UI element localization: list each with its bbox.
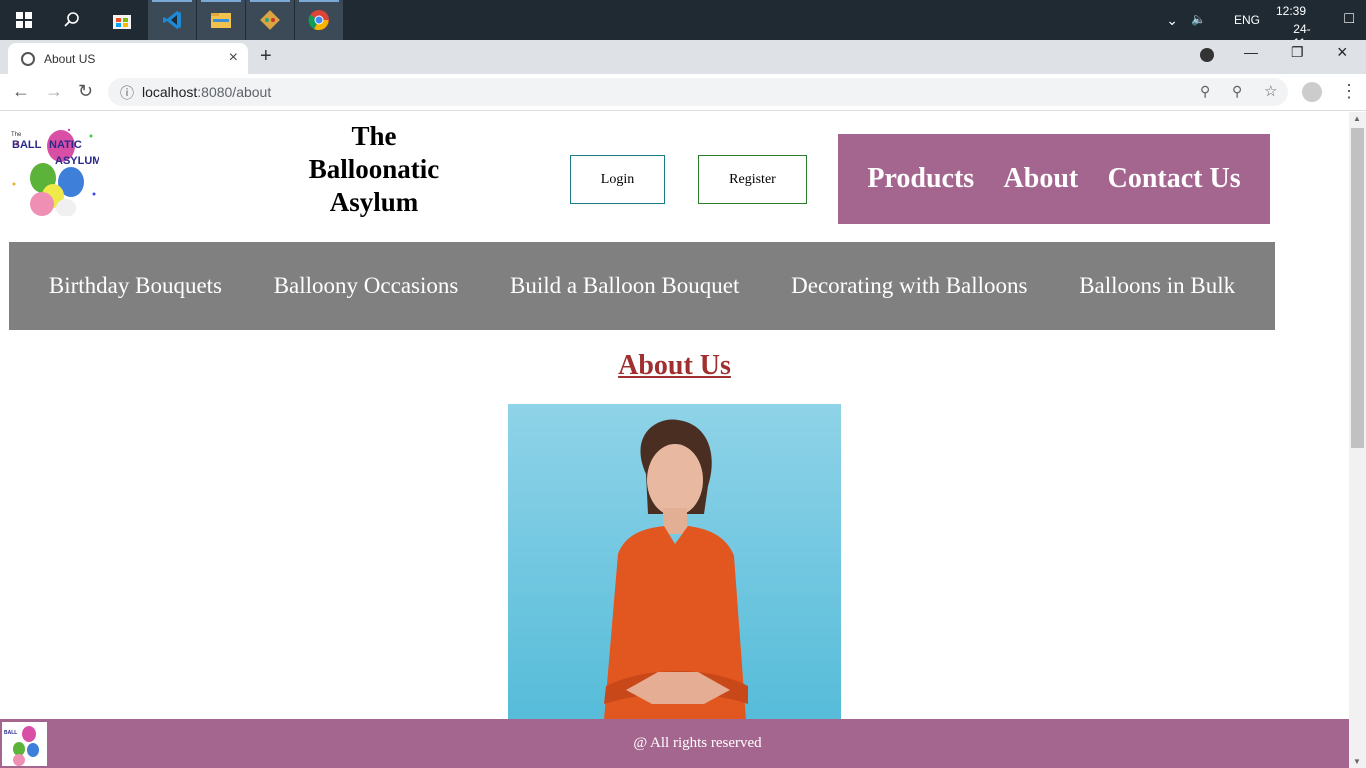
windows-taskbar: ⌄ 🔈 ENG 12:39 24-11-2021 □ xyxy=(0,0,1366,64)
forward-icon[interactable]: → xyxy=(45,81,63,102)
reload-icon[interactable]: ↻ xyxy=(78,81,93,102)
category-link-balloons-in-bulk[interactable]: Balloons in Bulk xyxy=(1079,273,1235,299)
svg-text:The: The xyxy=(11,132,22,138)
svg-text:NATIC: NATIC xyxy=(49,139,82,151)
vscode-icon[interactable] xyxy=(148,0,196,40)
url-text[interactable]: localhost:8080/about xyxy=(142,84,271,100)
site-title: The Balloonatic Asylum xyxy=(308,121,440,217)
nav-link-contact-us[interactable]: Contact Us xyxy=(1108,163,1241,195)
language-indicator[interactable]: ENG xyxy=(1234,13,1260,27)
notification-icon[interactable]: □ xyxy=(1344,10,1354,28)
scroll-up-icon[interactable]: ▲ xyxy=(1353,114,1361,123)
top-navigation: Products About Contact Us xyxy=(838,134,1270,224)
info-icon[interactable]: ⓘ xyxy=(120,83,134,103)
footer-copyright: @ All rights reserved xyxy=(633,735,762,751)
chrome-icon[interactable] xyxy=(295,0,343,40)
svg-text:BALL: BALL xyxy=(12,139,42,151)
tab-title: About US xyxy=(44,52,96,66)
browser-tab[interactable]: About US × xyxy=(8,43,248,74)
about-heading: About Us xyxy=(618,350,731,381)
scrollbar-thumb[interactable] xyxy=(1351,128,1364,448)
menu-icon[interactable]: ⋮ xyxy=(1340,81,1358,102)
about-photo xyxy=(508,404,841,720)
search-icon[interactable] xyxy=(48,0,96,40)
store-icon[interactable] xyxy=(98,0,146,40)
category-navigation: Birthday Bouquets Balloony Occasions Bui… xyxy=(9,242,1275,330)
browser-tab-strip: About US × xyxy=(0,40,1366,74)
back-icon[interactable]: ← xyxy=(12,81,30,102)
svg-text:ASYLUM: ASYLUM xyxy=(55,155,99,167)
chevron-up-icon[interactable]: ⌄ xyxy=(1166,12,1178,29)
windows-start-icon[interactable] xyxy=(0,0,48,40)
web-page: The BALL NATIC ASYLUM The Balloonatic As… xyxy=(0,112,1349,768)
key-icon[interactable]: ⚲ xyxy=(1200,83,1210,100)
close-window-icon[interactable]: × xyxy=(1337,42,1348,63)
nav-link-products[interactable]: Products xyxy=(867,163,974,195)
file-explorer-icon[interactable] xyxy=(197,0,245,40)
browser-toolbar: ← → ↻ ⓘ localhost:8080/about ⚲ ⚲ ☆ ⋮ xyxy=(0,74,1366,111)
register-button[interactable]: Register xyxy=(698,155,807,204)
tab-search-icon[interactable] xyxy=(1200,48,1214,62)
clock-time[interactable]: 12:39 xyxy=(1276,4,1306,18)
restore-icon[interactable]: ❐ xyxy=(1291,44,1304,61)
login-button[interactable]: Login xyxy=(570,155,665,204)
git-icon[interactable] xyxy=(246,0,294,40)
address-bar[interactable]: ⓘ localhost:8080/about ⚲ ⚲ ☆ xyxy=(108,78,1288,106)
category-link-build-a-balloon-bouquet[interactable]: Build a Balloon Bouquet xyxy=(510,273,739,299)
footer: BALL @ All rights reserved xyxy=(0,719,1349,768)
site-logo[interactable]: The BALL NATIC ASYLUM xyxy=(9,124,99,216)
zoom-icon[interactable]: ⚲ xyxy=(1232,83,1242,100)
minimize-icon[interactable]: — xyxy=(1244,44,1258,60)
page-scrollbar[interactable]: ▲ ▼ xyxy=(1349,112,1366,768)
category-link-balloony-occasions[interactable]: Balloony Occasions xyxy=(274,273,459,299)
category-link-birthday-bouquets[interactable]: Birthday Bouquets xyxy=(49,273,222,299)
scroll-down-icon[interactable]: ▼ xyxy=(1353,757,1361,766)
close-tab-icon[interactable]: × xyxy=(229,49,238,67)
nav-link-about[interactable]: About xyxy=(1004,163,1079,195)
profile-icon[interactable] xyxy=(1302,82,1322,102)
bookmark-star-icon[interactable]: ☆ xyxy=(1264,82,1277,100)
globe-icon xyxy=(21,52,35,66)
category-link-decorating-with-balloons[interactable]: Decorating with Balloons xyxy=(791,273,1027,299)
new-tab-icon[interactable]: + xyxy=(260,45,272,68)
volume-icon[interactable]: 🔈 xyxy=(1191,12,1206,26)
